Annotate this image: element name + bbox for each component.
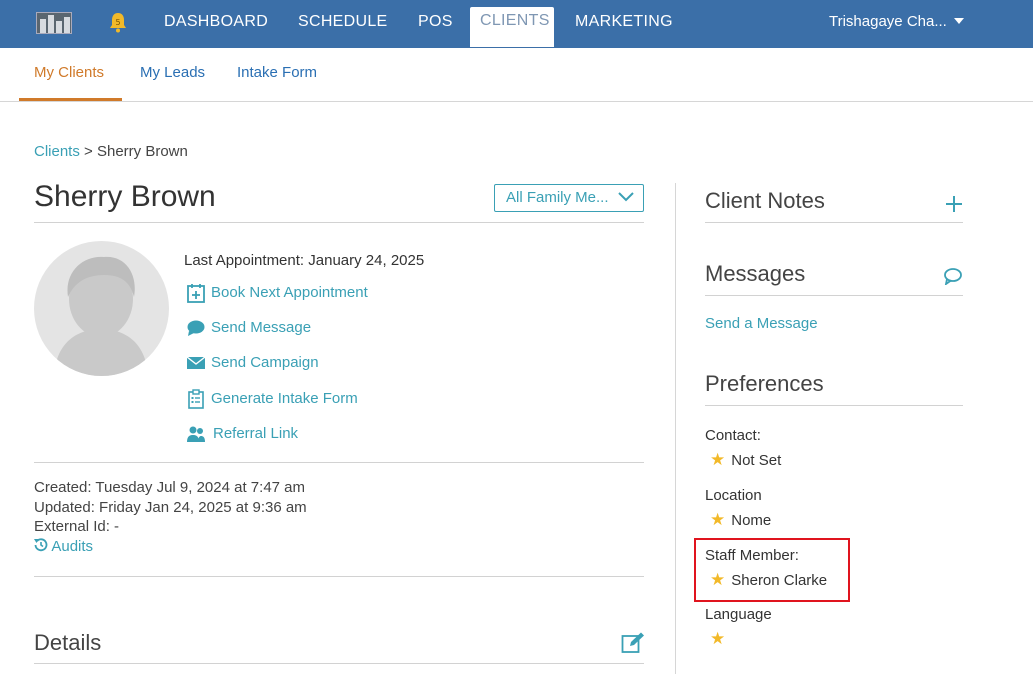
created-date: Created: Tuesday Jul 9, 2024 at 7:47 am [34, 479, 306, 496]
preferences-title: Preferences [705, 371, 824, 396]
users-icon [187, 426, 205, 442]
breadcrumb: Clients > Sherry Brown [34, 143, 188, 160]
pref-location-label: Location [705, 487, 762, 504]
nav-dashboard[interactable]: DASHBOARD [164, 0, 268, 48]
family-select-value: All Family Me... [506, 189, 609, 206]
tab-my-leads[interactable]: My Leads [140, 64, 205, 81]
avatar-silhouette-icon [54, 256, 148, 376]
column-divider [675, 183, 676, 674]
divider [34, 462, 644, 463]
nav-clients[interactable]: CLIENTS [470, 7, 554, 47]
divider [705, 222, 963, 223]
edit-icon[interactable] [621, 632, 645, 654]
chevron-down-icon [618, 192, 634, 202]
nav-pos[interactable]: POS [418, 0, 453, 48]
nav-schedule[interactable]: SCHEDULE [298, 0, 388, 48]
active-tab-indicator [19, 98, 122, 101]
client-notes-title: Client Notes [705, 188, 825, 213]
audits-link[interactable]: Audits [34, 538, 93, 555]
subtabs: My Clients My Leads Intake Form [0, 48, 1033, 102]
breadcrumb-separator: > [84, 143, 93, 160]
divider [34, 576, 644, 577]
user-menu[interactable]: Trishagaye Cha... [829, 0, 947, 44]
pref-language-label: Language [705, 606, 772, 623]
divider [34, 663, 644, 664]
updated-date: Updated: Friday Jan 24, 2025 at 9:36 am [34, 499, 307, 516]
top-navbar: 5 DASHBOARD SCHEDULE POS CLIENTS MARKETI… [0, 0, 1033, 48]
clipboard-icon [188, 389, 204, 409]
company-logo[interactable] [36, 12, 72, 34]
divider [705, 295, 963, 296]
pref-contact-label: Contact: [705, 427, 761, 444]
history-icon [34, 538, 48, 552]
divider [34, 222, 644, 223]
pref-contact-value[interactable]: ★ Not Set [710, 450, 781, 470]
external-id: External Id: - [34, 518, 120, 535]
send-a-message-link[interactable]: Send a Message [705, 315, 818, 332]
envelope-icon [186, 356, 206, 369]
messages-title: Messages [705, 261, 806, 286]
audits-label: Audits [51, 538, 94, 555]
star-icon: ★ [710, 510, 726, 529]
avatar [34, 241, 169, 376]
last-appointment: Last Appointment: January 24, 2025 [184, 252, 424, 269]
tab-intake-form[interactable]: Intake Form [237, 64, 317, 81]
notification-count: 5 [115, 18, 120, 27]
last-appointment-value: January 24, 2025 [308, 252, 425, 269]
family-member-select[interactable]: All Family Me... [494, 184, 644, 212]
calendar-plus-icon [187, 284, 205, 303]
client-name: Sherry Brown [34, 180, 216, 213]
breadcrumb-current: Sherry Brown [96, 143, 188, 160]
chat-bubble-icon[interactable] [943, 267, 963, 285]
tab-my-clients[interactable]: My Clients [34, 64, 104, 81]
star-icon: ★ [710, 450, 726, 469]
nav-marketing[interactable]: MARKETING [575, 0, 673, 48]
last-appointment-label: Last Appointment: [184, 252, 305, 269]
chat-bubble-icon [187, 320, 205, 336]
breadcrumb-clients[interactable]: Clients [34, 143, 80, 160]
details-title: Details [34, 630, 102, 655]
highlight-box [694, 538, 850, 602]
divider [705, 405, 963, 406]
add-note-plus-icon[interactable] [945, 195, 963, 213]
notification-bell-icon[interactable]: 5 [108, 11, 128, 33]
pref-language-value[interactable]: ★ [710, 629, 731, 649]
star-icon: ★ [710, 629, 726, 648]
pref-location-value[interactable]: ★ Nome [710, 510, 771, 530]
caret-down-icon[interactable] [954, 18, 964, 24]
